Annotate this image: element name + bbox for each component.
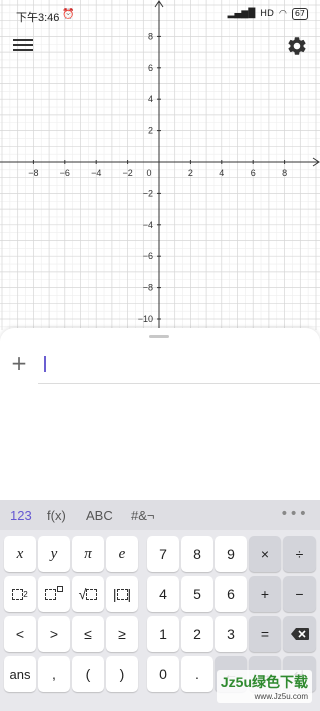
key-e[interactable]: e [106,536,138,572]
tab-abc[interactable]: ABC [86,508,113,523]
text-caret [44,356,46,372]
watermark-text: Jz5u绿色下载 [220,674,308,690]
key-multiply[interactable]: × [249,536,281,572]
placeholder-box-icon [86,588,98,600]
algebra-input[interactable] [38,346,320,383]
x-tick-label: −6 [60,168,70,178]
key-pi[interactable]: π [72,536,104,572]
key-plus[interactable]: + [249,576,281,612]
backspace-button[interactable] [283,616,316,652]
graph-canvas[interactable]: −8 −6 −4 −2 0 2 4 6 8 8 6 4 2 −2 −4 −6 −8 −10 [0,0,320,330]
add-icon[interactable]: + [10,353,28,373]
key-6[interactable]: 6 [215,576,247,612]
geogebra-app: −8 −6 −4 −2 0 2 4 6 8 8 6 4 2 −2 −4 −6 −8 −10 下午3:46 ⏰ ▂▄… [0,0,320,711]
tab-symbols[interactable]: #&¬ [131,508,155,523]
alarm-icon: ⏰ [62,9,75,20]
placeholder-box-icon [45,588,56,600]
key-close-paren[interactable]: ) [106,656,138,692]
abs-bar-icon: | [127,586,132,602]
algebra-panel: + [0,328,320,500]
x-tick-label: −2 [122,168,132,178]
y-tick-label: −2 [143,188,153,198]
signal-label: HD [260,9,274,19]
key-divide[interactable]: ÷ [283,536,316,572]
backspace-icon [290,628,309,640]
key-square[interactable]: 2 [4,576,36,612]
tab-functions[interactable]: f(x) [47,508,66,523]
y-tick-label: 6 [148,63,153,73]
placeholder-box-icon [12,588,24,600]
key-7[interactable]: 7 [147,536,179,572]
key-sqrt[interactable]: √ [72,576,104,612]
hamburger-icon-line [13,39,33,41]
math-keyboard: 123 f(x) ABC #&¬ ••• x y π e 7 8 9 × ÷ 2… [0,500,320,711]
x-tick-label: 2 [188,168,193,178]
key-4[interactable]: 4 [147,576,179,612]
key-greater-equal[interactable]: ≥ [106,616,138,652]
sqrt-icon: √ [78,586,87,602]
y-tick-label: −8 [143,283,153,293]
key-9[interactable]: 9 [215,536,247,572]
key-x[interactable]: x [4,536,36,572]
key-ans[interactable]: ans [4,656,36,692]
status-bar: 下午3:46 ⏰ ▂▄▆█ HD ◠ 67 [0,0,320,30]
x-tick-label: 4 [219,168,224,178]
superscript-two-label: 2 [23,589,28,599]
status-icons: ▂▄▆█ HD ◠ 67 [228,8,308,20]
watermark-logo: Jz5u绿色下载 www.Jz5u.com [216,670,312,703]
key-0[interactable]: 0 [147,656,179,692]
algebra-input-row[interactable] [38,346,320,384]
status-time: 下午3:46 [16,12,60,24]
tab-123[interactable]: 123 [10,508,32,523]
gear-icon [288,37,306,55]
y-tick-label: 2 [148,126,153,136]
y-tick-label: 4 [148,94,153,104]
key-5[interactable]: 5 [181,576,213,612]
key-open-paren[interactable]: ( [72,656,104,692]
x-tick-label: 0 [146,168,151,178]
keyboard-tabs: 123 f(x) ABC #&¬ ••• [0,500,320,530]
x-tick-label: −4 [91,168,101,178]
key-equals[interactable]: = [249,616,281,652]
y-tick-label: −6 [143,251,153,261]
key-comma[interactable]: , [38,656,70,692]
key-abs[interactable]: | | [106,576,138,612]
key-decimal[interactable]: . [181,656,213,692]
key-less-equal[interactable]: ≤ [72,616,104,652]
key-8[interactable]: 8 [181,536,213,572]
y-tick-label: −10 [138,314,153,324]
placeholder-exponent-icon [57,586,63,592]
signal-icon: ▂▄▆█ [227,9,256,19]
watermark-url: www.Jz5u.com [254,692,308,701]
y-tick-label: 8 [148,31,153,41]
y-tick-label: −4 [143,220,153,230]
x-tick-label: 6 [251,168,256,178]
key-less-than[interactable]: < [4,616,36,652]
wifi-icon: ◠ [278,9,287,19]
key-power[interactable] [38,576,70,612]
x-tick-label: −8 [28,168,38,178]
key-minus[interactable]: − [283,576,316,612]
panel-drag-handle[interactable] [149,335,169,338]
hamburger-icon-line [13,44,33,46]
graphics-view[interactable]: −8 −6 −4 −2 0 2 4 6 8 8 6 4 2 −2 −4 −6 −8 −10 [0,0,320,330]
more-icon[interactable]: ••• [280,506,308,522]
placeholder-box-icon [116,588,128,600]
key-2[interactable]: 2 [181,616,213,652]
hamburger-icon-line [13,49,33,51]
battery-icon: 67 [291,8,308,20]
key-1[interactable]: 1 [147,616,179,652]
x-tick-label: 8 [282,168,287,178]
key-greater-than[interactable]: > [38,616,70,652]
key-y[interactable]: y [38,536,70,572]
menu-button[interactable] [12,36,34,54]
settings-button[interactable] [286,35,308,57]
key-3[interactable]: 3 [215,616,247,652]
